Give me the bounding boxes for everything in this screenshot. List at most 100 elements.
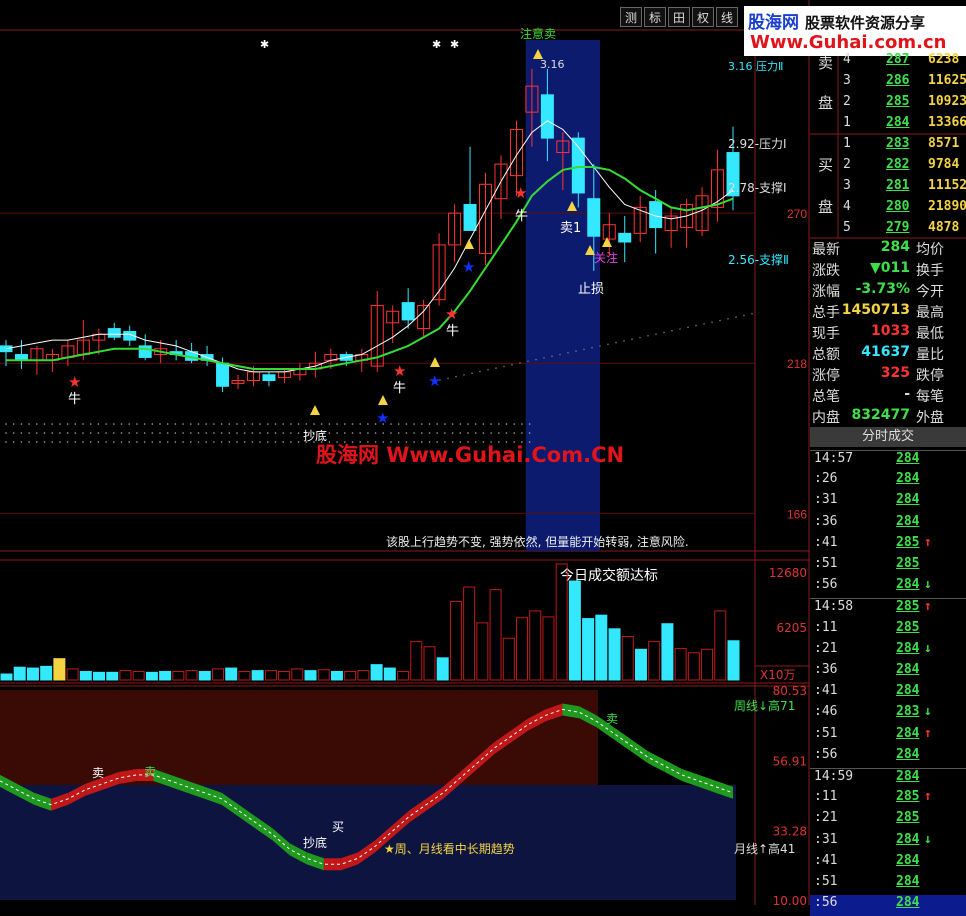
- timesales-row[interactable]: 14:57 284: [810, 450, 966, 472]
- background-dot: [236, 423, 238, 425]
- timesales-row[interactable]: :51 285: [810, 556, 966, 577]
- sell-row[interactable]: 3 286 11625: [810, 73, 966, 94]
- timesales-row[interactable]: 14:58 285 ↑: [810, 598, 966, 620]
- timesales-row[interactable]: :26 284: [810, 471, 966, 492]
- sell-row[interactable]: 1 284 13366: [810, 115, 966, 136]
- timesales-row[interactable]: :41 284: [810, 853, 966, 874]
- timesales-row[interactable]: :31 284: [810, 492, 966, 513]
- level: 4: [843, 52, 851, 67]
- buy-row[interactable]: 4 280 21890: [810, 199, 966, 220]
- buy-row[interactable]: 3 281 11152: [810, 178, 966, 199]
- time: :56: [814, 577, 838, 593]
- background-dot: [74, 423, 77, 425]
- background-dot: [205, 432, 207, 434]
- osc-buy-label: 买: [332, 820, 344, 834]
- timesales-row[interactable]: :46 283 ↓: [810, 704, 966, 725]
- stat-label: 总手: [812, 305, 840, 321]
- timesales-row[interactable]: :51 284 ↑: [810, 726, 966, 747]
- background-dot: [43, 432, 46, 434]
- background-dot: [351, 423, 354, 425]
- background-dot: [336, 432, 338, 434]
- oscillator-tick-label: 56.91: [773, 754, 807, 768]
- timesales-row[interactable]: :31 284 ↓: [810, 832, 966, 853]
- timesales-row[interactable]: :21 285: [810, 810, 966, 831]
- background-dot: [421, 423, 423, 425]
- sell-row[interactable]: 4 287 6238: [810, 52, 966, 73]
- background-dot: [474, 432, 477, 434]
- signal-star-icon: ★: [376, 409, 389, 427]
- background-dot: [297, 441, 300, 443]
- background-dot: [463, 374, 465, 376]
- background-dot: [174, 432, 177, 434]
- timesales-row[interactable]: :21 284 ↓: [810, 641, 966, 662]
- timesales-row[interactable]: :11 285 ↑: [810, 789, 966, 810]
- stat-label-right: 每笔: [916, 389, 944, 405]
- timesales-row[interactable]: 14:59 284: [810, 768, 966, 790]
- volume-bar: [661, 623, 674, 681]
- price: 284: [896, 852, 920, 868]
- monthly-high-label: 月线↑高41: [734, 841, 795, 856]
- candle-body: [618, 232, 632, 243]
- background-dot: [251, 432, 254, 434]
- volume-bar: [608, 628, 621, 681]
- background-dot: [105, 441, 107, 443]
- test-button[interactable]: 测: [620, 7, 642, 27]
- background-dot: [182, 441, 184, 443]
- background-dot: [479, 370, 481, 373]
- background-dot: [267, 432, 269, 434]
- background-dot: [259, 432, 261, 434]
- background-dot: [695, 324, 697, 327]
- price: 279: [886, 220, 910, 235]
- background-dot: [105, 432, 107, 434]
- signal-star-icon: ★: [514, 184, 527, 202]
- background-dot: [20, 423, 23, 425]
- background-dot: [66, 432, 69, 434]
- timesales-row[interactable]: :56 284: [810, 747, 966, 768]
- background-dot: [503, 365, 505, 368]
- timesales-row[interactable]: :11 285: [810, 620, 966, 641]
- buy-row[interactable]: 1 283 8571: [810, 136, 966, 157]
- timesales-row[interactable]: :56 284 ↓: [810, 577, 966, 598]
- direction-icon: ↑: [924, 789, 932, 805]
- background-dot: [344, 423, 346, 425]
- timesales-row[interactable]: :51 284: [810, 874, 966, 895]
- grid-button[interactable]: 田: [668, 7, 690, 27]
- background-dot: [290, 432, 292, 434]
- price: 284: [896, 577, 920, 593]
- background-dot: [174, 423, 177, 425]
- timesales-row[interactable]: :56 284: [810, 895, 966, 916]
- timesales-row[interactable]: :36 284: [810, 662, 966, 683]
- timesales-title: 分时成交: [810, 427, 966, 447]
- rights-button[interactable]: 权: [692, 7, 714, 27]
- annotation-support-1: 2.78-支撑Ⅰ: [728, 180, 787, 195]
- mark-button[interactable]: 标: [644, 7, 666, 27]
- background-dot: [459, 432, 462, 434]
- line-button[interactable]: 线: [716, 7, 738, 27]
- buy-row[interactable]: 2 282 9784: [810, 157, 966, 178]
- price: 284: [896, 640, 920, 656]
- candle-body: [107, 328, 121, 338]
- timesales-row[interactable]: :41 285 ↑: [810, 535, 966, 556]
- background-dot: [74, 441, 77, 443]
- background-dot: [282, 432, 285, 434]
- sell-row[interactable]: 2 285 10923: [810, 94, 966, 115]
- timesales-row[interactable]: :41 284: [810, 683, 966, 704]
- background-dot: [28, 423, 30, 425]
- time: :36: [814, 513, 838, 529]
- background-dot: [528, 423, 531, 425]
- background-dot: [336, 423, 338, 425]
- background-dot: [136, 441, 138, 443]
- price: 284: [886, 115, 910, 130]
- background-dot: [687, 326, 689, 329]
- timesales-row[interactable]: :36 284: [810, 514, 966, 535]
- price: 284: [896, 471, 920, 487]
- background-dot: [297, 423, 300, 425]
- buy-row[interactable]: 5 279 4878: [810, 220, 966, 241]
- direction-icon: ↑: [924, 725, 932, 741]
- background-dot: [482, 423, 485, 425]
- stat-label: 涨停: [812, 368, 840, 384]
- level: 5: [843, 220, 851, 235]
- annotation-bull: 牛: [446, 324, 459, 339]
- price: 285: [896, 534, 920, 550]
- background-dot: [444, 423, 446, 425]
